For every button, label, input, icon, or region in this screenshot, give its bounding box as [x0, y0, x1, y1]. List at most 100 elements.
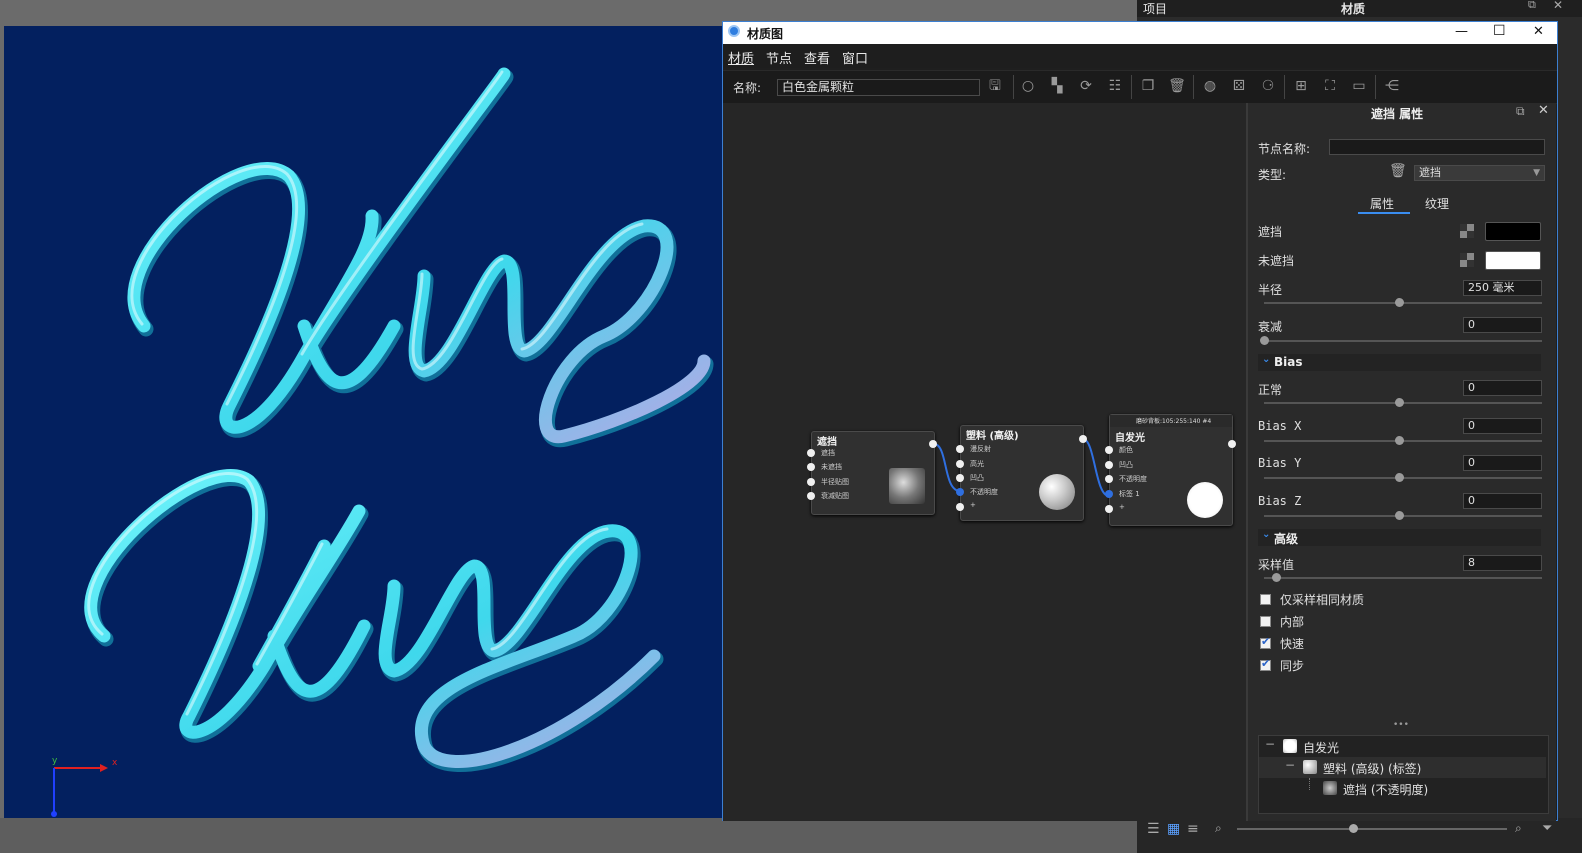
samples-slider[interactable]	[1264, 573, 1542, 582]
tree-view-icon[interactable]: ≡	[1187, 821, 1199, 837]
maximize-button[interactable]: ☐	[1493, 23, 1506, 39]
select-objects-icon[interactable]: ⚄	[1230, 77, 1248, 95]
refresh-icon[interactable]: ⟳	[1077, 77, 1095, 95]
zoom-in-icon[interactable]: ⌕	[1515, 821, 1522, 836]
input-port[interactable]	[807, 449, 815, 457]
tab-properties[interactable]: 属性	[1370, 195, 1394, 212]
output-port[interactable]	[929, 440, 937, 448]
settings-sliders-icon[interactable]: ☷	[1106, 77, 1124, 95]
delete-icon[interactable]: 🗑	[1168, 77, 1186, 95]
slider-knob[interactable]	[1395, 298, 1404, 307]
zoom-out-icon[interactable]: ⌕	[1215, 821, 1222, 836]
bias-y-slider[interactable]	[1264, 473, 1542, 482]
input-port[interactable]	[1105, 461, 1113, 469]
fast-checkbox[interactable]	[1260, 635, 1271, 649]
node-plastic-advanced[interactable]: 塑料 (高级) 漫反射 高光 凹凸 不透明度 +	[956, 425, 1087, 521]
bias-x-slider[interactable]	[1264, 436, 1542, 445]
layout-nodes-icon[interactable]: ⊞	[1292, 77, 1310, 95]
menu-view[interactable]: 查看	[804, 48, 830, 67]
texture-slot-icon[interactable]	[1460, 253, 1474, 267]
input-port[interactable]	[807, 478, 815, 486]
node-occlusion[interactable]: 遮挡 遮挡 未遮挡 半径贴图 衰减贴图	[807, 431, 937, 515]
texture-slot-icon[interactable]	[1460, 224, 1474, 238]
type-dropdown[interactable]: 遮挡 ▼	[1414, 165, 1545, 181]
input-port-add[interactable]	[1105, 505, 1113, 513]
close-icon[interactable]: ✕	[1553, 0, 1563, 12]
falloff-field[interactable]: 0	[1463, 317, 1542, 333]
bias-z-field[interactable]: 0	[1463, 493, 1542, 509]
input-port[interactable]	[956, 445, 964, 453]
same-material-checkbox[interactable]	[1260, 594, 1271, 605]
close-button[interactable]: ✕	[1533, 24, 1544, 39]
collapse-icon[interactable]: −	[1285, 758, 1295, 772]
trash-icon[interactable]: 🗑	[1389, 163, 1407, 179]
render-viewport[interactable]: x y	[4, 26, 722, 818]
checker-background-icon[interactable]: ▚	[1048, 77, 1066, 95]
material-name-field[interactable]: 白色金属颗粒	[777, 79, 980, 96]
input-port[interactable]	[1105, 475, 1113, 483]
output-port[interactable]	[1228, 440, 1236, 448]
radius-field[interactable]: 250 毫米	[1463, 280, 1542, 296]
bias-x-field[interactable]: 0	[1463, 418, 1542, 434]
input-port[interactable]	[956, 474, 964, 482]
output-port[interactable]	[1079, 435, 1087, 443]
menu-node[interactable]: 节点	[766, 48, 792, 67]
normal-slider[interactable]	[1264, 398, 1542, 407]
menu-window[interactable]: 窗口	[842, 48, 868, 67]
restore-icon[interactable]: ⧉	[1528, 0, 1536, 12]
input-port-connected[interactable]	[1105, 490, 1113, 498]
pick-material-icon[interactable]: ⚆	[1259, 77, 1277, 95]
samples-field[interactable]: 8	[1463, 555, 1542, 571]
normal-field[interactable]: 0	[1463, 380, 1542, 396]
node-emissive[interactable]: 磨砂背板:105:255:140 #4 自发光 颜色 凹凸 不透明度 标签 1 …	[1105, 414, 1236, 526]
minimize-button[interactable]: —	[1455, 24, 1468, 39]
tree-item[interactable]: − 塑料 (高级) (标签)	[1259, 757, 1546, 778]
undock-icon[interactable]: ⧉	[1516, 104, 1525, 119]
inside-checkbox[interactable]	[1260, 616, 1271, 627]
grid-view-icon[interactable]: ▦	[1167, 821, 1180, 837]
window-titlebar[interactable]: 材质图 — ☐ ✕	[723, 22, 1557, 44]
tab-texture[interactable]: 纹理	[1425, 195, 1449, 212]
slider-knob[interactable]	[1272, 573, 1281, 582]
zoom-slider-knob[interactable]	[1349, 824, 1358, 833]
input-port[interactable]	[807, 463, 815, 471]
input-port-add[interactable]	[956, 503, 964, 511]
slider-knob[interactable]	[1395, 473, 1404, 482]
collapse-icon[interactable]: −	[1265, 737, 1275, 751]
input-port[interactable]	[956, 460, 964, 468]
slider-knob[interactable]	[1260, 336, 1269, 345]
sphere-preview-icon[interactable]: ○	[1019, 77, 1037, 95]
zoom-slider[interactable]	[1237, 824, 1507, 833]
assign-material-icon[interactable]: ◍	[1201, 77, 1219, 95]
occluded-color-swatch[interactable]	[1485, 222, 1541, 241]
node-graph-canvas[interactable]: 遮挡 遮挡 未遮挡 半径贴图 衰减贴图 塑料 (高级) 漫反射 高光 凹凸 不透…	[723, 103, 1248, 821]
unoccluded-color-swatch[interactable]	[1485, 251, 1541, 270]
input-port-connected[interactable]	[956, 488, 964, 496]
preview-window-icon[interactable]: ▭	[1350, 77, 1368, 95]
slider-knob[interactable]	[1395, 511, 1404, 520]
splitter-handle[interactable]: •••	[1393, 720, 1409, 730]
input-port[interactable]	[1105, 446, 1113, 454]
bias-y-field[interactable]: 0	[1463, 455, 1542, 471]
save-icon[interactable]: 🖫	[986, 77, 1004, 95]
panel-tab-material[interactable]: 材质	[1341, 0, 1365, 17]
slider-knob[interactable]	[1395, 436, 1404, 445]
copy-icon[interactable]: ❐	[1139, 77, 1157, 95]
connect-nodes-icon[interactable]: ⋲	[1383, 77, 1401, 95]
advanced-section-header[interactable]: ⌄ 高级	[1258, 529, 1541, 546]
falloff-slider[interactable]	[1260, 336, 1542, 345]
fit-view-icon[interactable]: ⛶	[1321, 77, 1339, 95]
node-name-field[interactable]	[1329, 139, 1545, 155]
panel-tab-project[interactable]: 项目	[1143, 0, 1167, 17]
bias-section-header[interactable]: ⌄ Bias	[1258, 354, 1541, 371]
slider-knob[interactable]	[1395, 398, 1404, 407]
sync-checkbox[interactable]	[1260, 657, 1271, 671]
radius-slider[interactable]	[1264, 298, 1542, 307]
close-panel-icon[interactable]: ✕	[1538, 103, 1549, 118]
bias-z-slider[interactable]	[1264, 511, 1542, 520]
tree-item[interactable]: 遮挡 (不透明度)	[1259, 778, 1546, 799]
filter-icon[interactable]: ⏷	[1542, 821, 1552, 836]
list-view-icon[interactable]: ☰	[1147, 821, 1160, 837]
tree-item[interactable]: − 自发光	[1259, 736, 1546, 757]
input-port[interactable]	[807, 492, 815, 500]
